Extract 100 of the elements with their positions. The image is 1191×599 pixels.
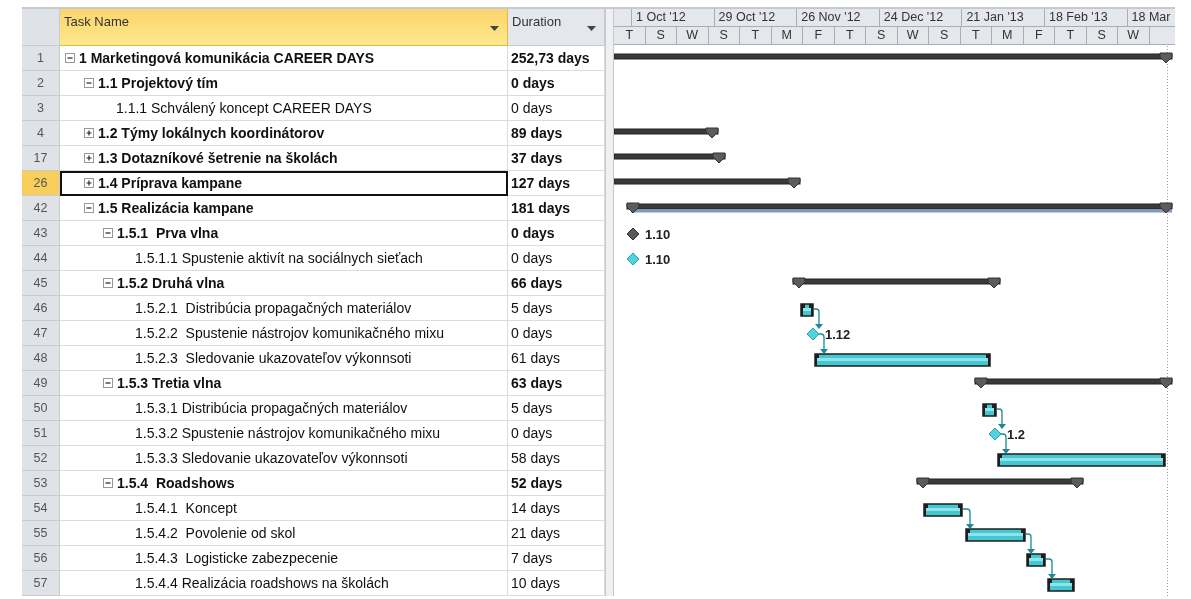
collapse-icon[interactable]	[65, 53, 75, 63]
task-name: 1.5.4.2 Povolenie od skol	[135, 524, 296, 543]
duration-value: 89 days	[511, 124, 563, 143]
timescale-label: W	[897, 27, 929, 45]
row-number[interactable]: 50	[22, 396, 60, 421]
task-name: 1.5.3.3 Sledovanie ukazovateľov výkonnsoti	[135, 449, 408, 468]
timescale-label: 29 Oct '12	[714, 9, 798, 27]
timescale-label: 21 Jan '13	[962, 9, 1045, 27]
task-name: 1.5.4 Roadshows	[117, 474, 235, 493]
row-number[interactable]: 52	[22, 446, 60, 471]
task-name: 1.3 Dotazníkové šetrenie na školách	[98, 149, 338, 168]
column-header[interactable]: Duration	[508, 9, 605, 46]
row-number[interactable]: 4	[22, 121, 60, 146]
row-number[interactable]: 43	[22, 221, 60, 246]
timescale-label: F	[1023, 27, 1055, 45]
bar-label: 1.12	[825, 327, 851, 342]
connector-arrow	[1045, 558, 1056, 579]
row-number[interactable]: 54	[22, 496, 60, 521]
task-name: 1.5.2.3 Sledovanie ukazovateľov výkonnsoti	[135, 349, 412, 368]
bar-label: 1.2	[1007, 427, 1026, 442]
row-number[interactable]: 3	[22, 96, 60, 121]
row-number[interactable]: 2	[22, 71, 60, 96]
duration-value: 5 days	[511, 299, 553, 318]
collapse-icon[interactable]	[103, 278, 113, 288]
duration-value: 5 days	[511, 399, 553, 418]
collapse-icon[interactable]	[84, 203, 94, 213]
row-number[interactable]: 47	[22, 321, 60, 346]
duration-value: 181 days	[511, 199, 571, 218]
task-name: 1.5.1.1 Spustenie aktivít na sociálnych sieťach	[135, 249, 423, 268]
task-name: 1.5.4.3 Logisticke zabezpecenie	[135, 549, 339, 568]
timescale-label: S	[1086, 27, 1118, 45]
timescale-label: 26 Nov '12	[797, 9, 880, 27]
task-name: 1.5.4.4 Realizácia roadshows na školách	[135, 574, 389, 593]
row-number[interactable]: 44	[22, 246, 60, 271]
caret-icon	[490, 26, 499, 31]
timescale-label: T	[960, 27, 992, 45]
duration-value: 0 days	[511, 249, 553, 268]
duration-value: 0 days	[511, 324, 553, 343]
row-number[interactable]: 26	[22, 171, 60, 196]
caret-icon	[587, 26, 596, 31]
timescale-label: T	[1055, 27, 1087, 45]
timescale-label: S	[866, 27, 898, 45]
timescale-label: M	[771, 27, 803, 45]
row-number[interactable]: 51	[22, 421, 60, 446]
connector-arrow	[996, 408, 1006, 429]
task-name: 1.4 Príprava kampane	[98, 174, 242, 193]
timescale-label: 1 Oct '12	[632, 9, 715, 27]
duration-value: 63 days	[511, 374, 563, 393]
duration-value: 66 days	[511, 274, 563, 293]
task-bar	[982, 403, 997, 417]
column-header[interactable]: Task Name	[60, 9, 508, 46]
expand-icon[interactable]	[84, 128, 94, 138]
duration-value: 0 days	[511, 99, 553, 118]
milestone-icon	[806, 327, 820, 341]
duration-value: 21 days	[511, 524, 561, 543]
timescale-label: S	[708, 27, 740, 45]
collapse-icon[interactable]	[103, 378, 113, 388]
row-number[interactable]: 57	[22, 571, 60, 596]
connector-arrow	[962, 508, 974, 529]
duration-value: 61 days	[511, 349, 561, 368]
duration-value: 7 days	[511, 549, 553, 568]
task-name: 1.5.3.1 Distribúcia propagačných materiálov	[135, 399, 408, 418]
task-bar	[1047, 578, 1075, 592]
row-number[interactable]: 55	[22, 521, 60, 546]
timescale-label: T	[614, 27, 646, 45]
row-number[interactable]: 48	[22, 346, 60, 371]
timescale-label: M	[992, 27, 1024, 45]
connector-arrow	[1025, 533, 1035, 554]
collapse-icon[interactable]	[103, 228, 113, 238]
row-number[interactable]: 49	[22, 371, 60, 396]
row-number[interactable]: 1	[22, 46, 60, 71]
collapse-icon[interactable]	[103, 478, 113, 488]
duration-value: 127 days	[511, 174, 571, 193]
row-number[interactable]: 53	[22, 471, 60, 496]
task-name: 1.2 Týmy lokálnych koordinátorov	[98, 124, 325, 143]
duration-value: 252,73 days	[511, 49, 590, 68]
task-name: 1.1.1 Schválený koncept CAREER DAYS	[116, 99, 372, 118]
row-number[interactable]: 56	[22, 546, 60, 571]
expand-icon[interactable]	[84, 178, 94, 188]
timescale-label: F	[803, 27, 835, 45]
duration-value: 37 days	[511, 149, 563, 168]
task-name: 1.5.2 Druhá vlna	[117, 274, 225, 293]
duration-value: 0 days	[511, 224, 555, 243]
timescale-label: T	[740, 27, 772, 45]
row-number[interactable]: 45	[22, 271, 60, 296]
timescale-label: T	[834, 27, 866, 45]
task-bar	[923, 503, 963, 517]
row-number[interactable]: 17	[22, 146, 60, 171]
expand-icon[interactable]	[84, 153, 94, 163]
duration-value: 58 days	[511, 449, 561, 468]
connector-arrow	[813, 308, 823, 329]
duration-value: 0 days	[511, 74, 555, 93]
task-bar	[965, 528, 1026, 542]
bar-label: 1.10	[645, 252, 671, 267]
row-number[interactable]: 46	[22, 296, 60, 321]
timescale-label: S	[929, 27, 961, 45]
duration-value: 0 days	[511, 424, 553, 443]
collapse-icon[interactable]	[84, 78, 94, 88]
timescale-label: S	[645, 27, 677, 45]
row-number[interactable]: 42	[22, 196, 60, 221]
